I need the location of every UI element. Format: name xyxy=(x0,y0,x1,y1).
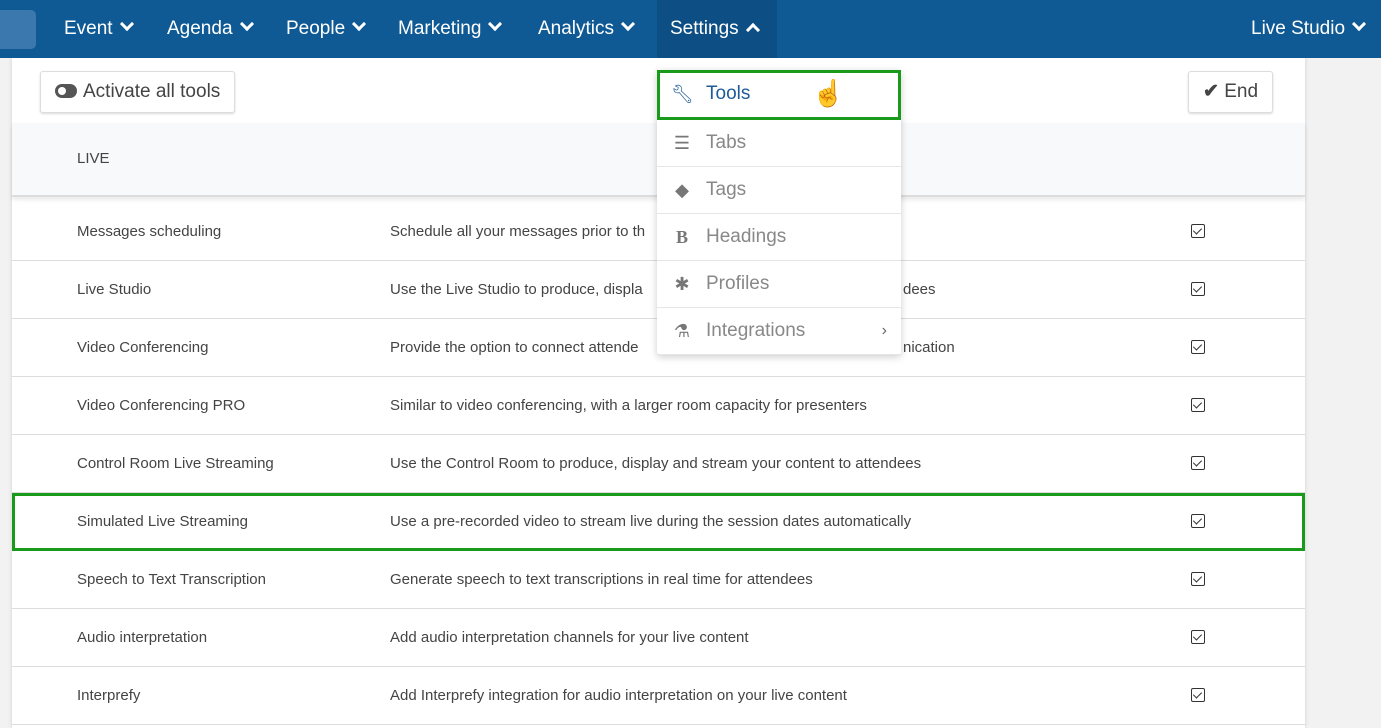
nav-people[interactable]: People xyxy=(273,0,377,58)
nav-label: Agenda xyxy=(167,18,233,39)
tool-name: Live Studio xyxy=(77,281,152,298)
list-check-icon: ☰ xyxy=(673,133,691,153)
tool-name: Speech to Text Transcription xyxy=(77,571,266,588)
tool-checkbox[interactable] xyxy=(1191,572,1205,586)
tool-checkbox[interactable] xyxy=(1191,282,1205,296)
menu-item-label: Headings xyxy=(706,226,787,247)
logo[interactable] xyxy=(0,10,36,49)
top-nav: Event Agenda People Marketing Analytics … xyxy=(0,0,1381,58)
tool-name: Video Conferencing xyxy=(77,339,209,356)
table-row: Control Room Live Streaming Use the Cont… xyxy=(12,435,1305,493)
settings-dropdown-menu: 🔧︎ Tools ☰ Tabs ◆ Tags B Headings ✱ Profiles ⚗ Inte… xyxy=(657,70,901,355)
tool-checkbox[interactable] xyxy=(1191,398,1205,412)
tool-description: Provide the option to connect attende xyxy=(390,339,639,356)
tool-description: Use a pre-recorded video to stream live … xyxy=(390,513,912,530)
tool-description-tail: nication xyxy=(903,339,955,356)
button-label: Activate all tools xyxy=(83,81,221,102)
tool-description: Use the Control Room to produce, display… xyxy=(390,455,922,472)
nav-label: Event xyxy=(64,18,113,39)
chevron-down-icon xyxy=(239,16,254,32)
chevron-down-icon xyxy=(1351,16,1367,32)
menu-item-tools[interactable]: 🔧︎ Tools xyxy=(657,70,901,120)
end-button[interactable]: ✔ End xyxy=(1188,71,1274,113)
chevron-down-icon xyxy=(119,16,134,32)
nav-live-studio[interactable]: Live Studio xyxy=(1238,0,1377,58)
chevron-right-icon: › xyxy=(881,322,887,339)
table-row: Simulated Live Streaming Use a pre-recor… xyxy=(12,493,1305,551)
table-row: Interprefy Add Interprefy integration fo… xyxy=(12,667,1305,725)
bold-icon: B xyxy=(675,227,688,247)
nav-event[interactable]: Event xyxy=(51,0,145,58)
nav-label: Live Studio xyxy=(1251,18,1346,39)
button-label: End xyxy=(1224,81,1259,102)
table-row: Video Conferencing PRO Similar to video … xyxy=(12,377,1305,435)
nav-settings[interactable]: Settings xyxy=(657,0,777,58)
tool-checkbox[interactable] xyxy=(1191,688,1205,702)
menu-item-label: Tags xyxy=(706,179,747,200)
toggle-icon xyxy=(55,84,77,98)
tool-description-tail: dees xyxy=(903,281,936,298)
menu-item-tags[interactable]: ◆ Tags xyxy=(657,167,901,214)
menu-item-profiles[interactable]: ✱ Profiles xyxy=(657,261,901,308)
menu-item-label: Tools xyxy=(706,83,751,104)
section-title: LIVE xyxy=(77,150,110,167)
menu-item-label: Tabs xyxy=(706,132,747,153)
menu-item-integrations[interactable]: ⚗ Integrations › xyxy=(657,308,901,355)
tool-description: Add audio interpretation channels for yo… xyxy=(390,629,749,646)
tags-icon: ◆ xyxy=(675,180,689,200)
menu-item-tabs[interactable]: ☰ Tabs xyxy=(657,120,901,167)
tool-checkbox[interactable] xyxy=(1191,340,1205,354)
hand-cursor-icon: ☝ xyxy=(812,78,845,108)
tool-name: Control Room Live Streaming xyxy=(77,455,274,472)
tool-checkbox[interactable] xyxy=(1191,456,1205,470)
chevron-up-icon xyxy=(745,22,760,38)
tool-description: Use the Live Studio to produce, displa xyxy=(390,281,643,298)
tool-description: Add Interprefy integration for audio int… xyxy=(390,687,847,704)
check-icon: ✔ xyxy=(1203,81,1219,102)
chevron-down-icon xyxy=(488,16,503,32)
flask-icon: ⚗ xyxy=(673,321,691,341)
tool-description: Schedule all your messages prior to th xyxy=(390,223,646,240)
nav-label: Settings xyxy=(670,18,739,39)
menu-item-headings[interactable]: B Headings xyxy=(657,214,901,261)
tool-name: Interprefy xyxy=(77,687,141,704)
tool-checkbox[interactable] xyxy=(1191,514,1205,528)
tool-checkbox[interactable] xyxy=(1191,224,1205,238)
wrench-icon: 🔧︎ xyxy=(671,84,694,104)
tool-description: Similar to video conferencing, with a la… xyxy=(390,397,867,414)
chevron-down-icon xyxy=(352,16,367,32)
table-row: Audio interpretation Add audio interpret… xyxy=(12,609,1305,667)
chevron-down-icon xyxy=(620,16,636,32)
tool-name: Simulated Live Streaming xyxy=(77,513,248,530)
activate-all-tools-button[interactable]: Activate all tools xyxy=(40,71,236,113)
tool-name: Audio interpretation xyxy=(77,629,208,646)
tool-description: Generate speech to text transcriptions i… xyxy=(390,571,813,588)
table-row: Speech to Text Transcription Generate sp… xyxy=(12,551,1305,609)
asterisk-icon: ✱ xyxy=(674,274,690,294)
nav-analytics[interactable]: Analytics xyxy=(525,0,646,58)
tool-checkbox[interactable] xyxy=(1191,630,1205,644)
menu-item-label: Integrations xyxy=(706,320,806,341)
nav-agenda[interactable]: Agenda xyxy=(154,0,265,58)
nav-label: Marketing xyxy=(398,18,482,39)
tool-name: Video Conferencing PRO xyxy=(77,397,246,414)
tool-name: Messages scheduling xyxy=(77,223,222,240)
nav-label: People xyxy=(286,18,346,39)
nav-label: Analytics xyxy=(538,18,615,39)
nav-marketing[interactable]: Marketing xyxy=(385,0,513,58)
menu-item-label: Profiles xyxy=(706,273,770,294)
